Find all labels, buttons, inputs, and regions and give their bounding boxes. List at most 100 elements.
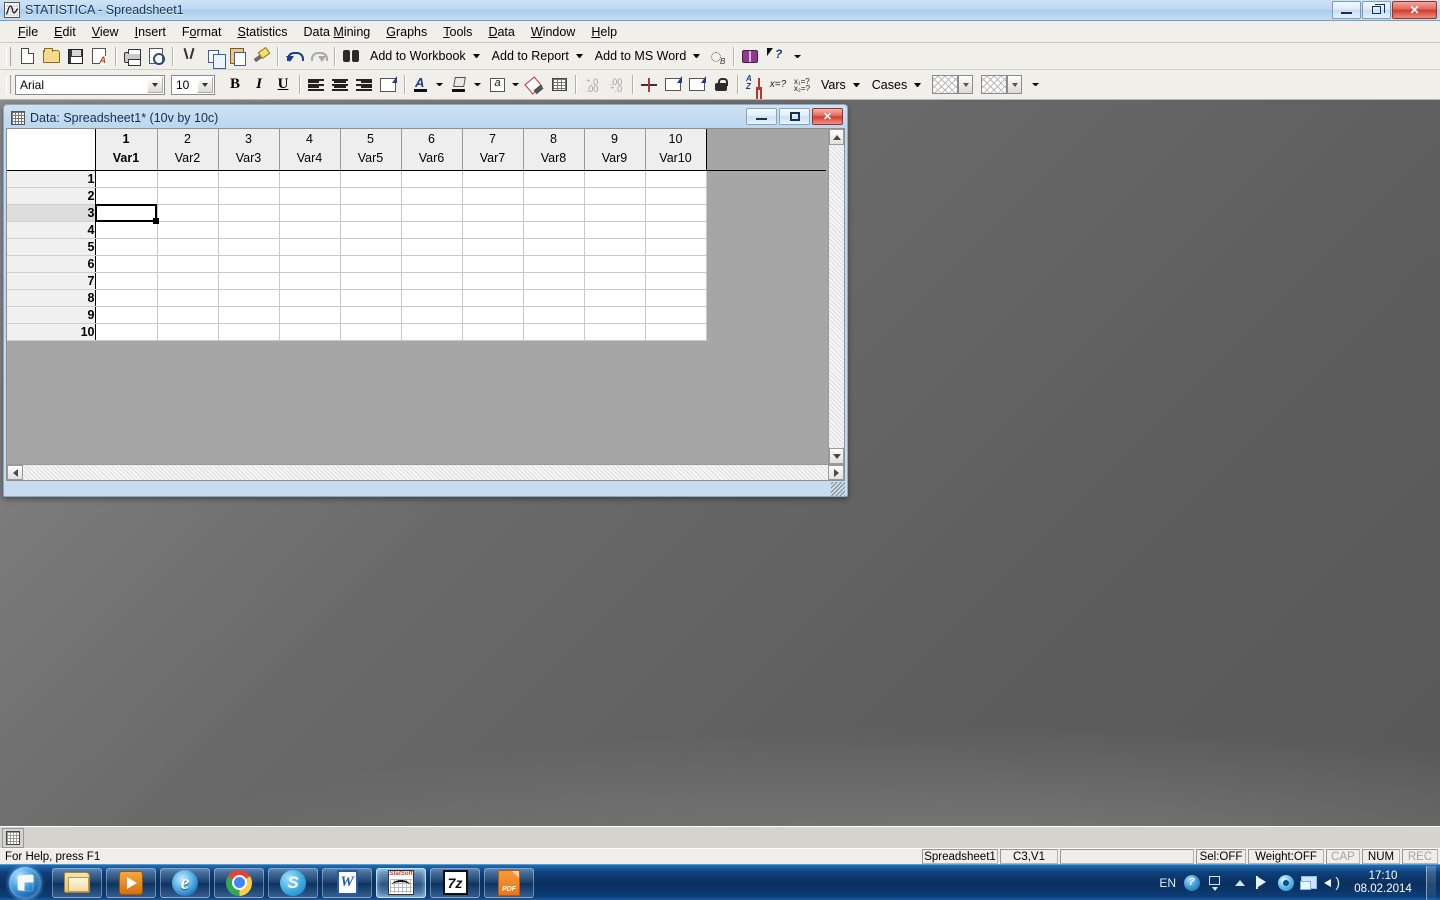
taskbar-pdf[interactable] bbox=[484, 867, 534, 898]
align-center-button[interactable] bbox=[328, 73, 352, 96]
cell-r4c5[interactable] bbox=[340, 221, 402, 239]
cell-r2c8[interactable] bbox=[523, 187, 585, 205]
column-header-9[interactable]: 9 Var9 bbox=[584, 129, 646, 171]
cell-r3c8[interactable] bbox=[523, 204, 585, 222]
child-restore-button[interactable] bbox=[779, 108, 810, 125]
variable-specs-button[interactable]: x=? bbox=[766, 73, 790, 96]
scroll-down-button[interactable] bbox=[829, 448, 844, 464]
cell-r8c7[interactable] bbox=[462, 289, 524, 307]
minimized-document-icon[interactable] bbox=[2, 827, 24, 848]
menu-data-mining[interactable]: Data Mining bbox=[296, 22, 379, 42]
paste-button[interactable] bbox=[225, 45, 249, 68]
cell-r10c5[interactable] bbox=[340, 323, 402, 341]
cell-r3c1[interactable] bbox=[95, 204, 158, 222]
cell-r7c4[interactable] bbox=[279, 272, 341, 290]
table-row[interactable]: 5 bbox=[7, 238, 826, 256]
row-header-10[interactable]: 10 bbox=[7, 323, 96, 341]
cell-r9c7[interactable] bbox=[462, 306, 524, 324]
taskbar-chrome[interactable] bbox=[214, 867, 264, 898]
cell-r5c2[interactable] bbox=[157, 238, 219, 256]
lock-button[interactable] bbox=[709, 73, 733, 96]
row-header-4[interactable]: 4 bbox=[7, 221, 96, 239]
column-header-1[interactable]: 1 Var1 bbox=[95, 129, 158, 171]
fill-color-button[interactable] bbox=[447, 73, 471, 96]
child-minimize-button[interactable] bbox=[746, 108, 777, 125]
cell-r10c9[interactable] bbox=[584, 323, 646, 341]
cell-r2c5[interactable] bbox=[340, 187, 402, 205]
row-header-5[interactable]: 5 bbox=[7, 238, 96, 256]
menu-window[interactable]: Window bbox=[523, 22, 583, 42]
menu-file[interactable]: FFileile bbox=[10, 22, 46, 42]
cell-r1c3[interactable] bbox=[218, 170, 280, 188]
scroll-right-button[interactable] bbox=[828, 465, 844, 480]
data-grid[interactable]: 1 Var1 2 Var2 3 Var3 4 Var4 5 Var5 6 Var… bbox=[7, 129, 828, 464]
cell-r1c6[interactable] bbox=[401, 170, 463, 188]
cell-r7c5[interactable] bbox=[340, 272, 402, 290]
network-icon[interactable] bbox=[1207, 874, 1224, 891]
taskbar-explorer[interactable] bbox=[52, 867, 102, 898]
cell-r4c2[interactable] bbox=[157, 221, 219, 239]
cell-r9c4[interactable] bbox=[279, 306, 341, 324]
select-cases-button[interactable] bbox=[685, 73, 709, 96]
cell-r9c8[interactable] bbox=[523, 306, 585, 324]
table-row[interactable]: 2 bbox=[7, 187, 826, 205]
chevron-down-icon[interactable] bbox=[436, 83, 443, 86]
menu-data[interactable]: Data bbox=[480, 22, 522, 42]
cell-r4c10[interactable] bbox=[645, 221, 707, 239]
child-close-button[interactable]: ✕ bbox=[812, 108, 843, 125]
cell-r5c3[interactable] bbox=[218, 238, 280, 256]
cell-r2c7[interactable] bbox=[462, 187, 524, 205]
column-header-2[interactable]: 2 Var2 bbox=[157, 129, 219, 171]
cell-r1c5[interactable] bbox=[340, 170, 402, 188]
row-header-1[interactable]: 1 bbox=[7, 170, 96, 188]
cell-r10c2[interactable] bbox=[157, 323, 219, 341]
mark-cells-button[interactable] bbox=[637, 73, 661, 96]
cell-r6c10[interactable] bbox=[645, 255, 707, 273]
cell-r6c7[interactable] bbox=[462, 255, 524, 273]
show-desktop-button[interactable] bbox=[1426, 865, 1436, 900]
cut-button[interactable] bbox=[177, 45, 201, 68]
minimize-button[interactable] bbox=[1332, 1, 1361, 19]
cell-r8c1[interactable] bbox=[95, 289, 158, 307]
print-button[interactable] bbox=[120, 45, 144, 68]
gridlines-button[interactable] bbox=[547, 73, 571, 96]
chevron-down-icon[interactable] bbox=[852, 82, 860, 87]
cell-r9c6[interactable] bbox=[401, 306, 463, 324]
table-row[interactable]: 6 bbox=[7, 255, 826, 273]
cell-r3c9[interactable] bbox=[584, 204, 646, 222]
italic-button[interactable]: I bbox=[247, 73, 271, 96]
cell-r7c9[interactable] bbox=[584, 272, 646, 290]
cases-button[interactable]: Cases bbox=[865, 73, 926, 96]
table-row[interactable]: 7 bbox=[7, 272, 826, 290]
taskbar-internet-explorer[interactable] bbox=[160, 867, 210, 898]
toolbar-grip[interactable] bbox=[6, 75, 11, 94]
restore-button[interactable] bbox=[1362, 1, 1391, 19]
menu-format[interactable]: Format bbox=[174, 22, 230, 42]
volume-icon[interactable] bbox=[1324, 874, 1340, 890]
menu-help[interactable]: Help bbox=[583, 22, 625, 42]
cell-r4c4[interactable] bbox=[279, 221, 341, 239]
language-indicator[interactable]: EN bbox=[1159, 876, 1176, 890]
cell-r7c7[interactable] bbox=[462, 272, 524, 290]
cell-r1c9[interactable] bbox=[584, 170, 646, 188]
cell-r9c3[interactable] bbox=[218, 306, 280, 324]
cell-r8c2[interactable] bbox=[157, 289, 219, 307]
column-header-6[interactable]: 6 Var6 bbox=[401, 129, 463, 171]
format-painter-button[interactable] bbox=[249, 45, 273, 68]
cell-r3c7[interactable] bbox=[462, 204, 524, 222]
cell-r9c2[interactable] bbox=[157, 306, 219, 324]
undo-button[interactable] bbox=[282, 45, 306, 68]
grid-corner[interactable] bbox=[7, 129, 96, 171]
cell-r8c4[interactable] bbox=[279, 289, 341, 307]
chevron-down-icon[interactable] bbox=[575, 54, 583, 58]
table-row[interactable]: 1 bbox=[7, 170, 826, 188]
cell-r8c9[interactable] bbox=[584, 289, 646, 307]
menu-view[interactable]: View bbox=[84, 22, 127, 42]
show-hidden-icons-icon[interactable] bbox=[1231, 874, 1248, 891]
cell-r3c4[interactable] bbox=[279, 204, 341, 222]
chevron-down-icon[interactable] bbox=[512, 83, 519, 86]
chevron-down-icon[interactable] bbox=[147, 76, 163, 93]
cell-r8c6[interactable] bbox=[401, 289, 463, 307]
table-row[interactable]: 9 bbox=[7, 306, 826, 324]
cell-r7c10[interactable] bbox=[645, 272, 707, 290]
